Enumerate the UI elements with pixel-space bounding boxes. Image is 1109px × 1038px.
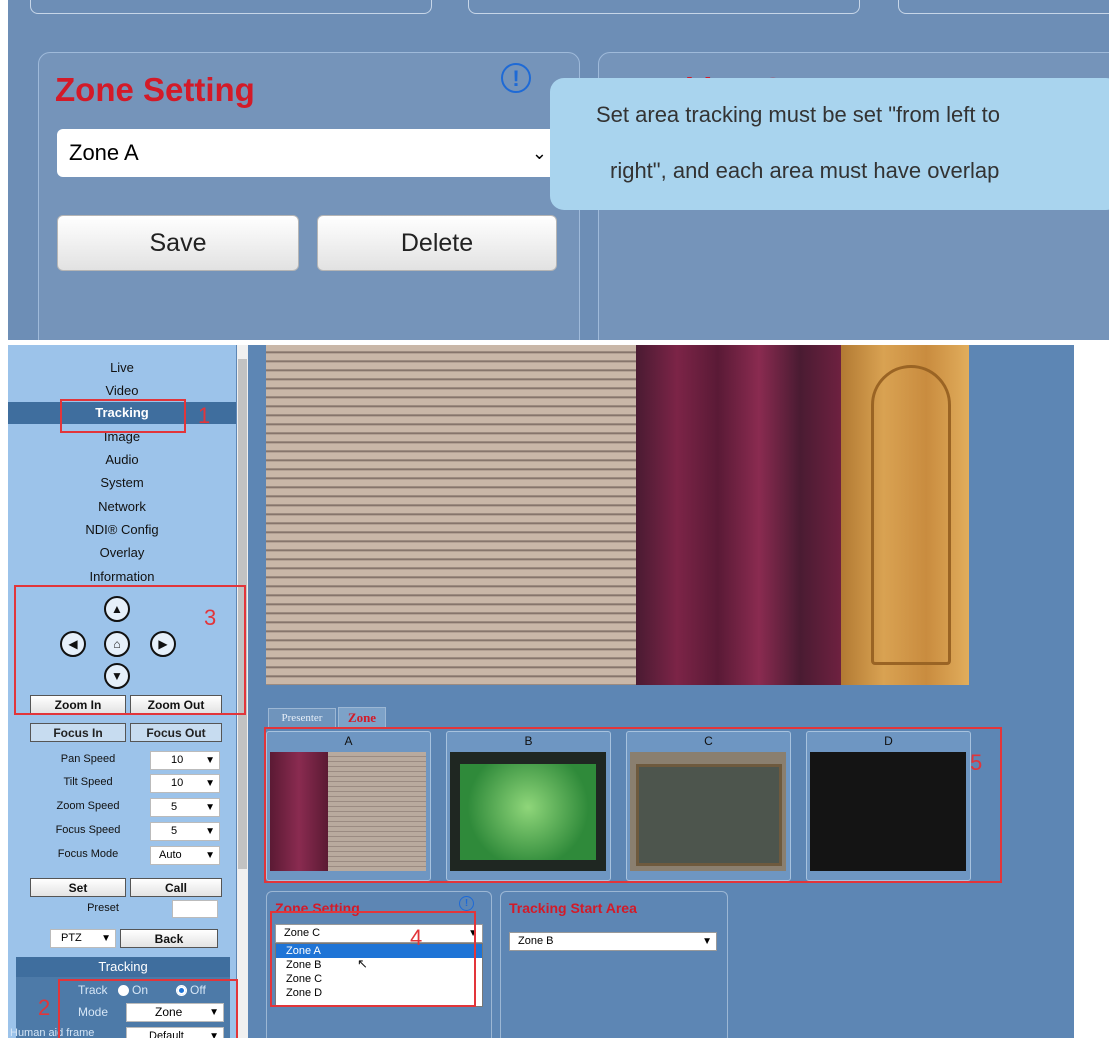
pan-speed-value: 10 xyxy=(171,754,184,766)
annotation-box-1 xyxy=(60,399,186,433)
focus-mode-value: Auto xyxy=(159,849,182,861)
chevron-down-icon: ⌄ xyxy=(531,143,547,163)
camera-web-ui: Live Video Tracking Image Audio System N… xyxy=(8,345,1074,1038)
focus-out-button[interactable]: Focus Out xyxy=(130,723,222,742)
tracking-section-label: Tracking xyxy=(98,959,148,974)
video-door xyxy=(841,345,969,685)
preset-input[interactable] xyxy=(172,900,218,918)
nav-item-system[interactable]: System xyxy=(8,473,236,493)
annotation-number-5: 5 xyxy=(970,750,983,775)
tooltip: Set area tracking must be set "from left… xyxy=(550,78,1109,210)
annotation-box-2 xyxy=(58,979,238,1038)
tooltip-line-2: right", and each area must have overlap xyxy=(610,158,1000,183)
annotation-number-3: 3 xyxy=(204,605,217,630)
annotation-number-1: 1 xyxy=(198,403,211,428)
top-partial-box-1 xyxy=(30,0,432,14)
tooltip-line-1: Set area tracking must be set "from left… xyxy=(596,102,1000,127)
zoom-speed-label: Zoom Speed xyxy=(56,800,120,812)
tracking-start-title: Tracking Start Area xyxy=(509,900,637,916)
tracking-start-select-value: Zone B xyxy=(518,935,554,947)
annotation-number-2: 2 xyxy=(38,995,51,1020)
tilt-speed-label: Tilt Speed xyxy=(63,776,113,788)
tilt-speed-select[interactable]: 10 ▼ xyxy=(150,774,220,793)
focus-speed-value: 5 xyxy=(171,825,178,837)
focus-mode-select[interactable]: Auto ▼ xyxy=(150,846,220,865)
live-video-preview xyxy=(266,345,969,685)
nav-item-network[interactable]: Network xyxy=(8,497,236,517)
annotation-box-4 xyxy=(270,911,476,1007)
top-partial-box-2 xyxy=(468,0,860,14)
tab-zone-label: Zone xyxy=(347,710,377,725)
info-icon-large[interactable]: ! xyxy=(501,63,531,93)
ptz-select-value: PTZ xyxy=(61,932,82,944)
focus-speed-label: Focus Speed xyxy=(55,824,121,836)
zone-setting-title-large: Zone Setting xyxy=(55,71,255,108)
zone-select-large[interactable]: Zone A ⌄ xyxy=(57,129,557,177)
focus-mode-label: Focus Mode xyxy=(57,848,119,860)
video-curtain xyxy=(636,345,841,685)
zoom-speed-value: 5 xyxy=(171,801,178,813)
delete-button[interactable]: Delete xyxy=(317,215,557,271)
tab-presenter-label: Presenter xyxy=(281,712,323,724)
ptz-select[interactable]: PTZ ▼ xyxy=(50,929,116,948)
nav-item-overlay[interactable]: Overlay xyxy=(8,543,236,563)
zoom-speed-select[interactable]: 5 ▼ xyxy=(150,798,220,817)
focus-in-button[interactable]: Focus In xyxy=(30,723,126,742)
zone-select-large-value: Zone A xyxy=(69,140,139,165)
set-button[interactable]: Set xyxy=(30,878,126,897)
nav-item-information[interactable]: Information xyxy=(8,567,236,587)
door-panel xyxy=(871,365,951,665)
chevron-down-icon: ▼ xyxy=(702,936,712,947)
annotation-box-5 xyxy=(264,727,1002,883)
nav-item-audio[interactable]: Audio xyxy=(8,450,236,470)
info-icon[interactable]: ! xyxy=(459,896,474,911)
nav-item-live[interactable]: Live xyxy=(8,358,236,378)
back-button[interactable]: Back xyxy=(120,929,218,948)
pan-speed-label: Pan Speed xyxy=(60,753,116,765)
pan-speed-select[interactable]: 10 ▼ xyxy=(150,751,220,770)
annotation-number-4: 4 xyxy=(410,925,423,950)
save-button[interactable]: Save xyxy=(57,215,299,271)
tab-zone[interactable]: Zone xyxy=(338,707,386,729)
nav-item-video[interactable]: Video xyxy=(8,381,236,401)
tracking-start-select[interactable]: Zone B ▼ xyxy=(509,932,717,951)
tilt-speed-value: 10 xyxy=(171,777,184,789)
top-partial-box-3 xyxy=(898,0,1109,14)
tracking-section-header: Tracking xyxy=(16,957,230,977)
zone-setting-panel-large: Zone Setting ! Zone A ⌄ Save Delete xyxy=(38,52,580,340)
tracking-start-panel: Tracking Start Area Zone B ▼ xyxy=(500,891,728,1038)
tab-presenter[interactable]: Presenter xyxy=(268,708,336,728)
zoomed-zone-setting-panel: Zone Setting ! Zone A ⌄ Save Delete Trac… xyxy=(8,0,1109,340)
preset-label: Preset xyxy=(87,902,119,914)
focus-speed-select[interactable]: 5 ▼ xyxy=(150,822,220,841)
nav-item-ndi-config[interactable]: NDI® Config xyxy=(8,520,236,540)
call-button[interactable]: Call xyxy=(130,878,222,897)
